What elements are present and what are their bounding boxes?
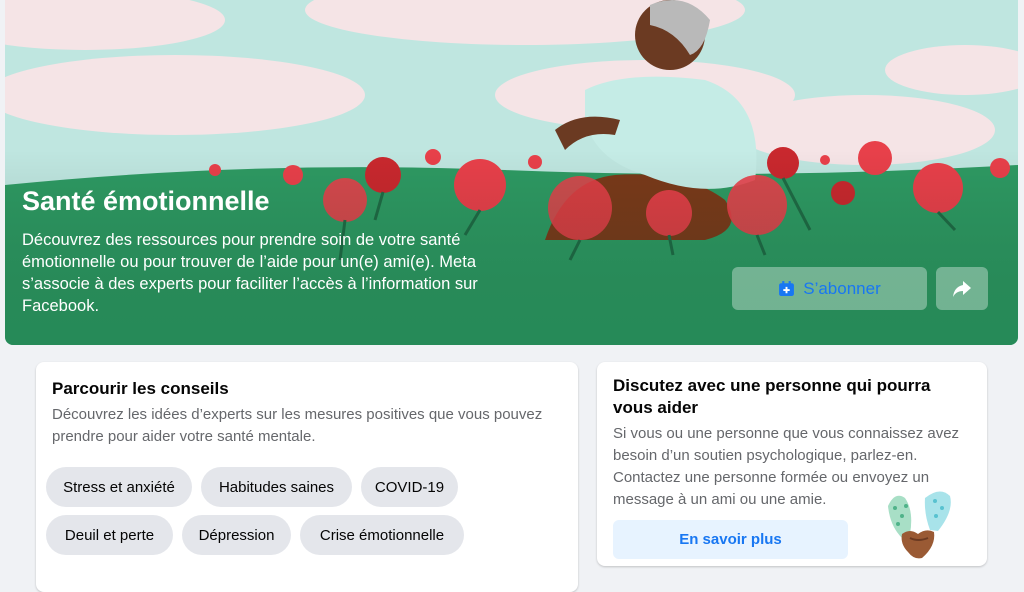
learn-more-button[interactable]: En savoir plus (613, 520, 848, 559)
page-description: Découvrez des ressources pour prendre so… (22, 231, 478, 315)
browse-tips-card: Parcourir les conseils Découvrez les idé… (36, 362, 578, 592)
get-help-title: Discutez avec une personne qui pourra vo… (613, 376, 931, 417)
subscribe-label: S’abonner (803, 278, 881, 298)
share-button[interactable] (936, 267, 988, 310)
browse-tips-subtitle: Découvrez les idées d’experts sur les me… (52, 406, 543, 445)
browse-tips-title: Parcourir les conseils (52, 379, 229, 398)
holding-hands-illustration (888, 491, 951, 559)
chip-habits[interactable]: Habitudes saines (201, 467, 352, 507)
page-title: Santé émotionnelle (22, 186, 270, 216)
share-icon (953, 280, 971, 297)
chip-grief[interactable]: Deuil et perte (46, 515, 173, 555)
chip-crisis[interactable]: Crise émotionnelle (300, 515, 464, 555)
subscribe-icon (779, 281, 795, 296)
chip-covid[interactable]: COVID-19 (361, 467, 458, 507)
chip-stress[interactable]: Stress et anxiété (46, 467, 192, 507)
chip-depression[interactable]: Dépression (182, 515, 291, 555)
hero-banner: Santé émotionnelle Découvrez des ressour… (5, 0, 1018, 345)
get-help-card: Discutez avec une personne qui pourra vo… (597, 362, 987, 566)
subscribe-button[interactable]: S’abonner (732, 267, 927, 310)
